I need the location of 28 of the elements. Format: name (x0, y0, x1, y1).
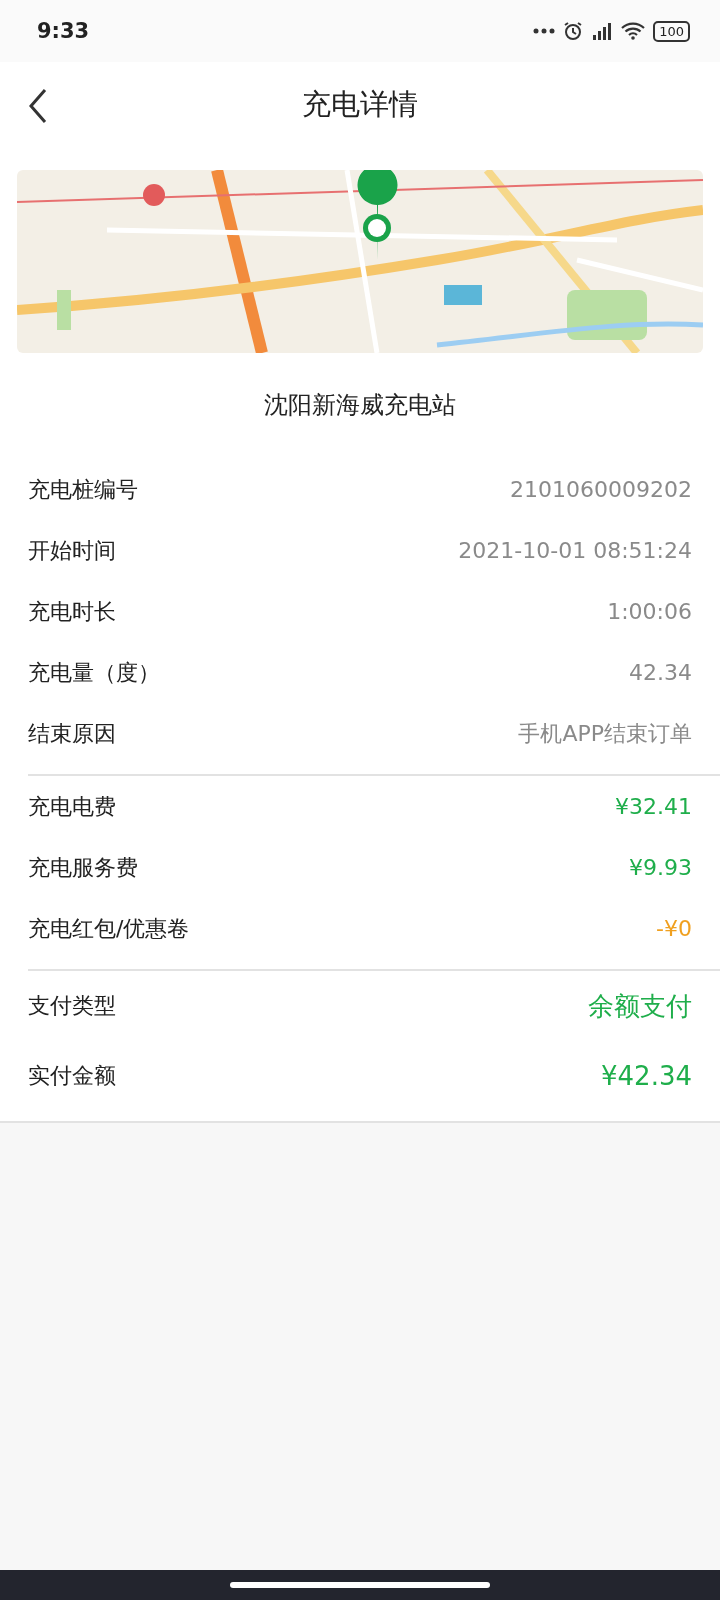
clock-time: 9:33 (37, 19, 90, 43)
row-value: 手机APP结束订单 (518, 719, 692, 748)
row-value: -¥0 (656, 916, 692, 941)
row-label: 实付金额 (28, 1062, 116, 1090)
row-value: ¥9.93 (629, 855, 692, 880)
more-dots-icon (533, 28, 556, 34)
row-value: 余额支付 (588, 989, 692, 1023)
wifi-icon (621, 22, 646, 40)
row-label: 充电红包/优惠卷 (28, 914, 190, 943)
row-label: 充电量（度） (28, 658, 160, 687)
row-label: 开始时间 (28, 536, 116, 565)
row-value: 2021-10-01 08:51:24 (458, 538, 692, 563)
row-label: 充电服务费 (28, 853, 138, 882)
row-label: 充电电费 (28, 792, 116, 821)
row-label: 充电时长 (28, 597, 116, 626)
row-value: ¥42.34 (601, 1061, 692, 1091)
page-title: 充电详情 (302, 86, 418, 123)
station-name: 沈阳新海威充电站 (263, 390, 457, 421)
alarm-icon (563, 21, 584, 41)
row-value: 2101060009202 (510, 477, 692, 502)
row-value: 42.34 (629, 660, 692, 685)
row-label: 充电桩编号 (28, 475, 138, 504)
row-value: ¥32.41 (615, 794, 692, 819)
row-label: 结束原因 (28, 719, 116, 748)
row-value: 1:00:06 (607, 599, 692, 624)
row-label: 支付类型 (28, 992, 116, 1020)
battery-indicator: 100 (653, 20, 690, 42)
signal-icon (591, 21, 614, 41)
